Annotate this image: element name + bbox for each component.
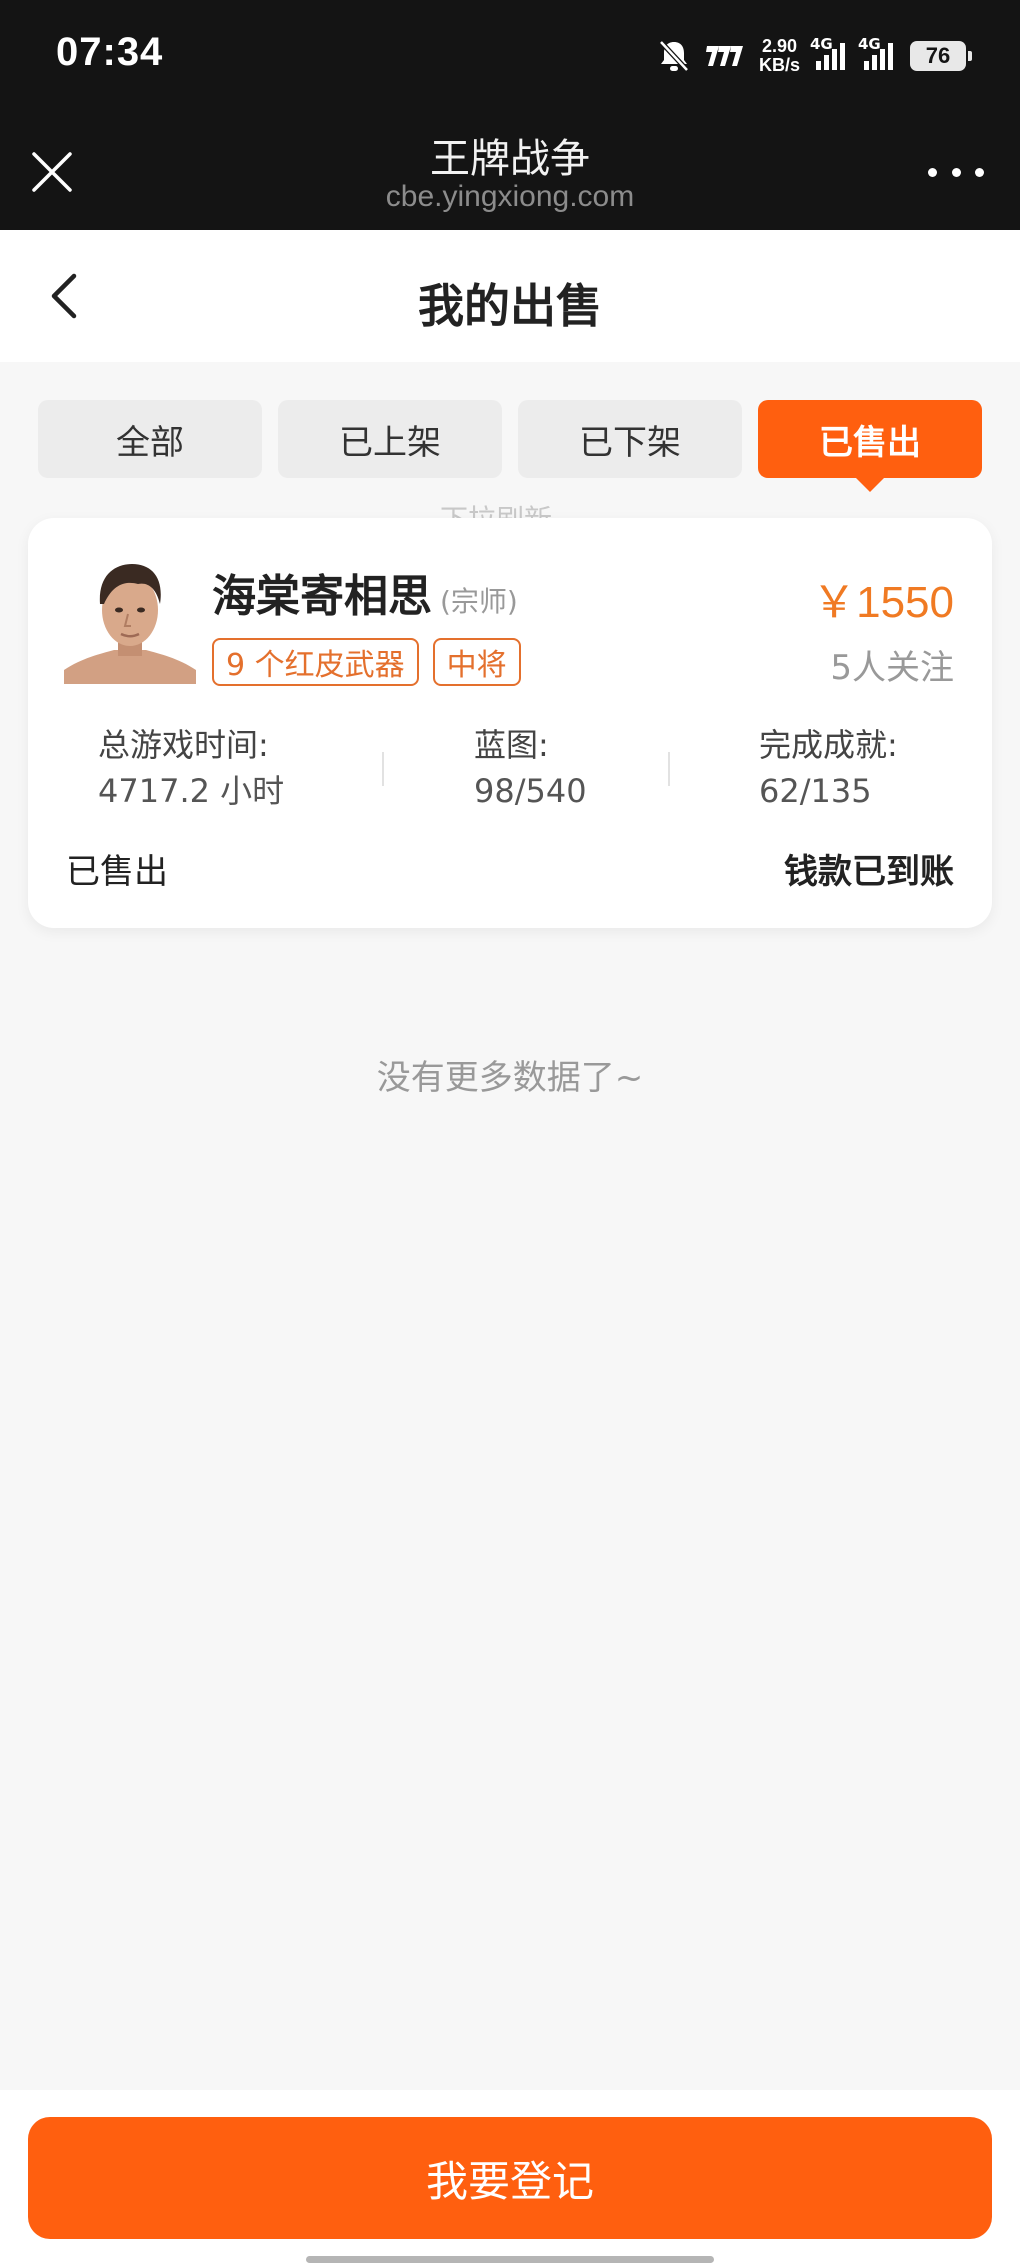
stat-value: 98/540 xyxy=(474,772,587,810)
sale-status: 已售出 xyxy=(66,852,168,892)
stat-label: 完成成就: xyxy=(759,726,898,764)
follower-count: 5人关注 xyxy=(830,648,954,688)
carrier-logo-icon xyxy=(705,44,745,68)
more-options-icon[interactable] xyxy=(928,158,984,186)
browser-bar: 王牌战争 cbe.yingxiong.com xyxy=(0,114,1020,230)
browser-title: 王牌战争 xyxy=(430,136,590,182)
character-avatar xyxy=(64,558,196,684)
browser-url: cbe.yingxiong.com xyxy=(385,180,635,213)
pull-refresh-hint: 下拉刷新 xyxy=(440,500,552,518)
net-speed: 2.90 KB/s xyxy=(758,36,800,75)
battery-icon: 76 xyxy=(910,41,972,71)
status-time: 07:34 xyxy=(56,30,164,74)
stat-label: 蓝图: xyxy=(474,726,549,764)
stat-label: 总游戏时间: xyxy=(98,726,269,764)
weapon-tag: 9 个红皮武器 xyxy=(212,638,419,686)
listing-card[interactable]: 海棠寄相思 (宗师) 9 个红皮武器 中将 ￥1550 5人关注 总游戏时间: 4… xyxy=(28,518,992,928)
tab-all[interactable]: 全部 xyxy=(38,400,262,478)
stat-value: 62/135 xyxy=(759,772,872,810)
bottom-bar: 我要登记 xyxy=(0,2090,1020,2267)
page-title: 我的出售 xyxy=(418,279,602,333)
status-bar: 07:34 2.90 KB/s 4G 4G 76 xyxy=(0,0,1020,114)
payment-status: 钱款已到账 xyxy=(784,852,954,892)
tag-row: 9 个红皮武器 中将 xyxy=(212,638,521,686)
stat-achievements: 完成成就: 62/135 xyxy=(759,722,898,814)
list-end-text: 没有更多数据了~ xyxy=(376,1058,644,1098)
mute-bell-icon xyxy=(657,38,691,74)
stats-row: 总游戏时间: 4717.2 小时 蓝图: 98/540 完成成就: 62/135 xyxy=(28,722,992,822)
status-icons: 2.90 KB/s 4G 4G 76 xyxy=(657,34,972,78)
stat-divider xyxy=(382,752,384,786)
home-indicator[interactable] xyxy=(306,2256,714,2263)
stat-playtime: 总游戏时间: 4717.2 小时 xyxy=(98,722,284,814)
stat-blueprints: 蓝图: 98/540 xyxy=(474,722,587,814)
character-rank: (宗师) xyxy=(440,585,518,618)
price: ￥1550 xyxy=(812,578,954,627)
stat-value: 4717.2 小时 xyxy=(98,772,285,810)
tab-delisted[interactable]: 已下架 xyxy=(518,400,742,478)
filter-tabs: 全部 已上架 已下架 已售出 xyxy=(38,400,982,492)
character-name: 海棠寄相思 (宗师) xyxy=(212,560,518,624)
signal-icon: 4G xyxy=(810,35,848,71)
register-button[interactable]: 我要登记 xyxy=(28,2117,992,2239)
character-name-text: 海棠寄相思 xyxy=(212,571,432,622)
rank-tag: 中将 xyxy=(432,638,521,686)
signal-icon: 4G xyxy=(858,35,896,71)
tab-sold[interactable]: 已售出 xyxy=(758,400,982,492)
page-header: 我的出售 xyxy=(0,230,1020,362)
stat-divider xyxy=(668,752,670,786)
tab-listed[interactable]: 已上架 xyxy=(278,400,502,478)
